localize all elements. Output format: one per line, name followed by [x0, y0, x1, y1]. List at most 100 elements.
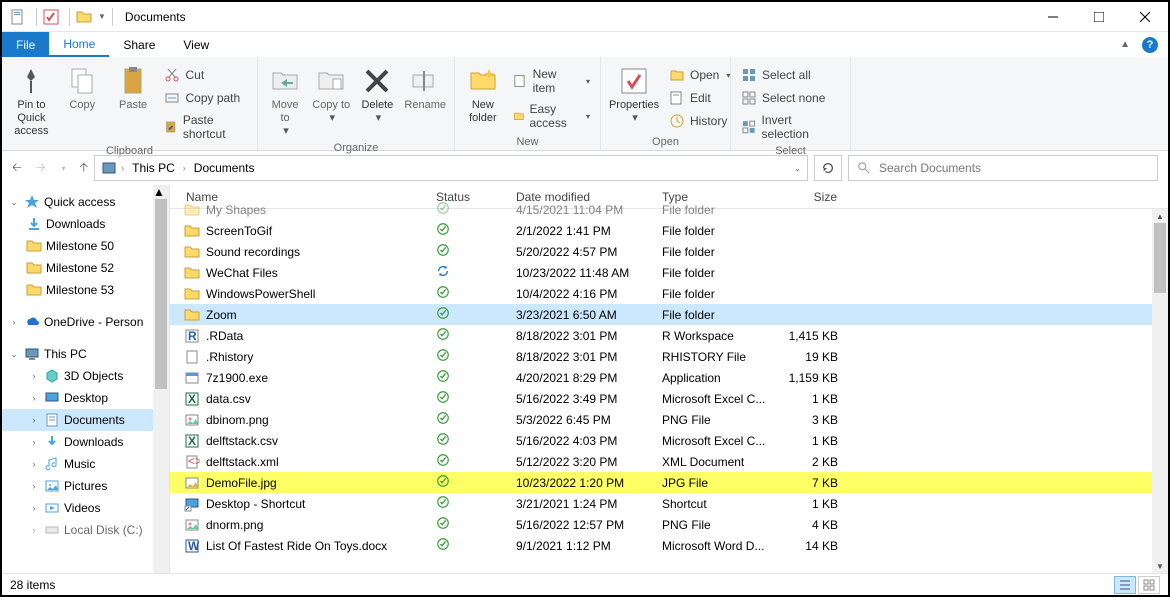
tab-share[interactable]: Share	[109, 32, 169, 57]
file-date: 4/20/2021 8:29 PM	[508, 371, 654, 385]
file-row[interactable]: Sound recordings5/20/2022 4:57 PMFile fo…	[170, 241, 1168, 262]
tab-home[interactable]: Home	[49, 32, 109, 57]
search-box[interactable]: Search Documents	[848, 155, 1158, 181]
copy-path-button[interactable]: Copy path	[160, 88, 251, 108]
file-row[interactable]: WindowsPowerShell10/4/2022 4:16 PMFile f…	[170, 283, 1168, 304]
nav-milestone53[interactable]: Milestone 53	[2, 279, 169, 301]
file-name: .RData	[206, 329, 243, 343]
up-button[interactable]: 🡡	[79, 158, 88, 179]
file-row[interactable]: Zoom3/23/2021 6:50 AMFile folder	[170, 304, 1168, 325]
file-row[interactable]: <>delftstack.xml5/12/2022 3:20 PMXML Doc…	[170, 451, 1168, 472]
pin-quick-access-button[interactable]: Pin to Quick access	[8, 63, 55, 140]
cut-button[interactable]: Cut	[160, 65, 251, 85]
file-row[interactable]: WList Of Fastest Ride On Toys.docx9/1/20…	[170, 535, 1168, 556]
help-icon[interactable]: ?	[1142, 37, 1158, 53]
nav-localdisk[interactable]: ›Local Disk (C:)	[2, 519, 169, 541]
file-size: 3 KB	[776, 413, 846, 427]
refresh-button[interactable]	[814, 155, 842, 181]
rename-button[interactable]: Rename	[402, 63, 448, 114]
open-button[interactable]: Open▾	[665, 65, 734, 85]
new-folder-button[interactable]: New folder	[461, 63, 505, 127]
app-icon	[10, 9, 26, 25]
invert-selection-button[interactable]: Invert selection	[737, 111, 844, 143]
file-size: 7 KB	[776, 476, 846, 490]
nav-downloads[interactable]: Downloads	[2, 213, 169, 235]
copy-button[interactable]: Copy	[59, 63, 106, 114]
file-row[interactable]: Xdelftstack.csv5/16/2022 4:03 PMMicrosof…	[170, 430, 1168, 451]
properties-quick-icon[interactable]	[43, 9, 59, 25]
nav-pictures[interactable]: ›Pictures	[2, 475, 169, 497]
select-all-button[interactable]: Select all	[737, 65, 844, 85]
file-size: 1,159 KB	[776, 371, 846, 385]
group-organize-label: Organize	[264, 140, 448, 156]
file-row[interactable]: ScreenToGif2/1/2022 1:41 PMFile folder	[170, 220, 1168, 241]
edit-button[interactable]: Edit	[665, 88, 734, 108]
copy-to-button[interactable]: Copy to▾	[310, 63, 352, 127]
paste-shortcut-button[interactable]: Paste shortcut	[160, 111, 251, 143]
select-none-button[interactable]: Select none	[737, 88, 844, 108]
svg-text:R: R	[188, 329, 197, 343]
nav-3dobjects[interactable]: ›3D Objects	[2, 365, 169, 387]
history-button[interactable]: History	[665, 111, 734, 131]
file-type: RHISTORY File	[654, 350, 776, 364]
minimize-button[interactable]	[1030, 2, 1076, 32]
new-item-button[interactable]: New item▾	[509, 65, 594, 97]
nav-documents[interactable]: ›Documents	[2, 409, 169, 431]
nav-milestone52[interactable]: Milestone 52	[2, 257, 169, 279]
nav-onedrive[interactable]: ›OneDrive - Person	[2, 311, 169, 333]
properties-button[interactable]: Properties▾	[607, 63, 661, 127]
file-size: 14 KB	[776, 539, 846, 553]
maximize-button[interactable]	[1076, 2, 1122, 32]
history-dropdown[interactable]: ▾	[61, 164, 65, 173]
nav-thispc[interactable]: ⌄This PC	[2, 343, 169, 365]
paste-button[interactable]: Paste	[110, 63, 157, 114]
delete-button[interactable]: Delete▾	[356, 63, 398, 127]
easy-access-button[interactable]: Easy access▾	[509, 100, 594, 132]
move-to-button[interactable]: Move to▾	[264, 63, 306, 140]
tab-view[interactable]: View	[169, 32, 223, 57]
nav-scrollbar[interactable]: ▲▼	[153, 185, 169, 573]
address-dropdown[interactable]: ⌄	[794, 164, 801, 173]
file-name: WeChat Files	[206, 266, 278, 280]
nav-downloads2[interactable]: ›Downloads	[2, 431, 169, 453]
nav-music[interactable]: ›Music	[2, 453, 169, 475]
nav-milestone50[interactable]: Milestone 50	[2, 235, 169, 257]
crumb-thispc[interactable]: This PC	[128, 161, 179, 175]
file-row[interactable]: DemoFile.jpg10/23/2022 1:20 PMJPG File7 …	[170, 472, 1168, 493]
ribbon-collapse-icon[interactable]: ▲	[1120, 39, 1130, 50]
nav-videos[interactable]: ›Videos	[2, 497, 169, 519]
file-row[interactable]: My Shapes4/15/2021 11:04 PMFile folder	[170, 199, 1168, 220]
file-name: Zoom	[206, 308, 237, 322]
nav-desktop[interactable]: ›Desktop	[2, 387, 169, 409]
file-row[interactable]: R.RData8/18/2022 3:01 PMR Workspace1,415…	[170, 325, 1168, 346]
tab-file[interactable]: File	[2, 32, 49, 57]
file-row[interactable]: WeChat Files10/23/2022 11:48 AMFile fold…	[170, 262, 1168, 283]
file-name: DemoFile.jpg	[206, 476, 277, 490]
file-date: 8/18/2022 3:01 PM	[508, 350, 654, 364]
details-view-button[interactable]	[1114, 576, 1136, 594]
search-icon	[857, 161, 871, 175]
file-list: Name Status Date modified Type Size My S…	[170, 185, 1168, 573]
file-status	[428, 537, 508, 554]
file-row[interactable]: dbinom.png5/3/2022 6:45 PMPNG File3 KB	[170, 409, 1168, 430]
address-bar[interactable]: › This PC › Documents ⌄	[94, 155, 808, 181]
forward-button[interactable]: 🡢	[36, 158, 46, 179]
file-size: 2 KB	[776, 455, 846, 469]
file-name: 7z1900.exe	[206, 371, 268, 385]
file-row[interactable]: .Rhistory8/18/2022 3:01 PMRHISTORY File1…	[170, 346, 1168, 367]
file-type: Shortcut	[654, 497, 776, 511]
chevron-down-icon[interactable]: ▼	[98, 12, 106, 21]
close-button[interactable]	[1122, 2, 1168, 32]
thumbnails-view-button[interactable]	[1138, 576, 1160, 594]
file-row[interactable]: 7z1900.exe4/20/2021 8:29 PMApplication1,…	[170, 367, 1168, 388]
file-type: File folder	[654, 287, 776, 301]
nav-quick-access[interactable]: ⌄Quick access	[2, 191, 169, 213]
file-row[interactable]: dnorm.png5/16/2022 12:57 PMPNG File4 KB	[170, 514, 1168, 535]
file-row[interactable]: Desktop - Shortcut3/21/2021 1:24 PMShort…	[170, 493, 1168, 514]
crumb-documents[interactable]: Documents	[190, 161, 259, 175]
file-row[interactable]: Xdata.csv5/16/2022 3:49 PMMicrosoft Exce…	[170, 388, 1168, 409]
menu-tabs: File Home Share View ▲ ?	[2, 32, 1168, 57]
file-scrollbar[interactable]: ▲▼	[1152, 209, 1168, 573]
file-date: 5/12/2022 3:20 PM	[508, 455, 654, 469]
back-button[interactable]: 🡠	[12, 158, 22, 179]
